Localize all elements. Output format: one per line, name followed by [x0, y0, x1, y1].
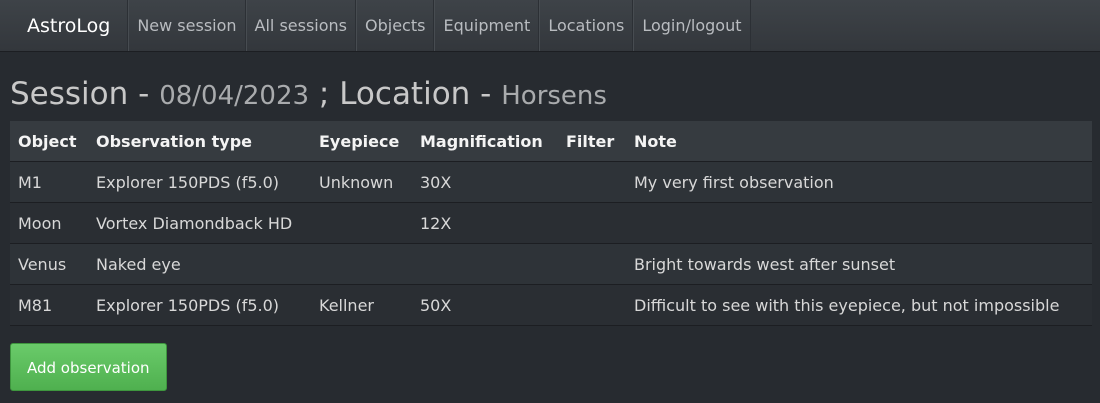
cell-magnification: [412, 243, 558, 285]
cell-magnification: 50X: [412, 284, 558, 327]
table-row: Venus Naked eye Bright towards west afte…: [10, 243, 1092, 285]
cell-eyepiece: [311, 243, 412, 285]
title-divider: ;: [309, 76, 340, 112]
main-content: Session - 08/04/2023 ; Location - Horsen…: [0, 76, 1100, 392]
column-header-note: Note: [626, 121, 1092, 162]
column-header-object: Object: [10, 121, 88, 162]
cell-note: [626, 202, 1092, 244]
cell-object: Moon: [10, 202, 88, 244]
table-row: M81 Explorer 150PDS (f5.0) Kellner 50X D…: [10, 284, 1092, 327]
cell-magnification: 30X: [412, 161, 558, 203]
cell-observation-type: Explorer 150PDS (f5.0): [88, 284, 311, 327]
nav-login-logout[interactable]: Login/logout: [633, 0, 751, 51]
table-header-row: Object Observation type Eyepiece Magnifi…: [10, 121, 1092, 162]
cell-filter: [558, 284, 626, 327]
nav-equipment[interactable]: Equipment: [434, 0, 540, 51]
session-label: Session: [10, 76, 129, 112]
brand-logo[interactable]: AstroLog: [0, 0, 129, 51]
observations-table: Object Observation type Eyepiece Magnifi…: [10, 121, 1092, 327]
nav-locations[interactable]: Locations: [539, 0, 634, 51]
cell-eyepiece: [311, 202, 412, 244]
session-date: 08/04/2023: [159, 81, 310, 111]
cell-filter: [558, 202, 626, 244]
navbar: AstroLog New session All sessions Object…: [0, 0, 1100, 52]
cell-filter: [558, 161, 626, 203]
location-label: Location: [339, 76, 471, 112]
page-title: Session - 08/04/2023 ; Location - Horsen…: [10, 76, 1092, 113]
cell-observation-type: Vortex Diamondback HD: [88, 202, 311, 244]
cell-magnification: 12X: [412, 202, 558, 244]
column-header-magnification: Magnification: [412, 121, 558, 162]
cell-eyepiece: Unknown: [311, 161, 412, 203]
column-header-observation-type: Observation type: [88, 121, 311, 162]
table-row: M1 Explorer 150PDS (f5.0) Unknown 30X My…: [10, 161, 1092, 203]
cell-note: Difficult to see with this eyepiece, but…: [626, 284, 1092, 327]
nav-all-sessions[interactable]: All sessions: [245, 0, 357, 51]
cell-note: My very first observation: [626, 161, 1092, 203]
location-separator: -: [470, 76, 502, 112]
session-separator: -: [128, 76, 160, 112]
cell-observation-type: Explorer 150PDS (f5.0): [88, 161, 311, 203]
table-row: Moon Vortex Diamondback HD 12X: [10, 202, 1092, 244]
location-name: Horsens: [501, 81, 607, 111]
column-header-eyepiece: Eyepiece: [311, 121, 412, 162]
cell-note: Bright towards west after sunset: [626, 243, 1092, 285]
cell-object: M81: [10, 284, 88, 327]
column-header-filter: Filter: [558, 121, 626, 162]
nav-objects[interactable]: Objects: [356, 0, 435, 51]
add-observation-button[interactable]: Add observation: [10, 343, 167, 392]
cell-object: M1: [10, 161, 88, 203]
cell-object: Venus: [10, 243, 88, 285]
cell-observation-type: Naked eye: [88, 243, 311, 285]
nav-new-session[interactable]: New session: [128, 0, 246, 51]
cell-eyepiece: Kellner: [311, 284, 412, 327]
cell-filter: [558, 243, 626, 285]
